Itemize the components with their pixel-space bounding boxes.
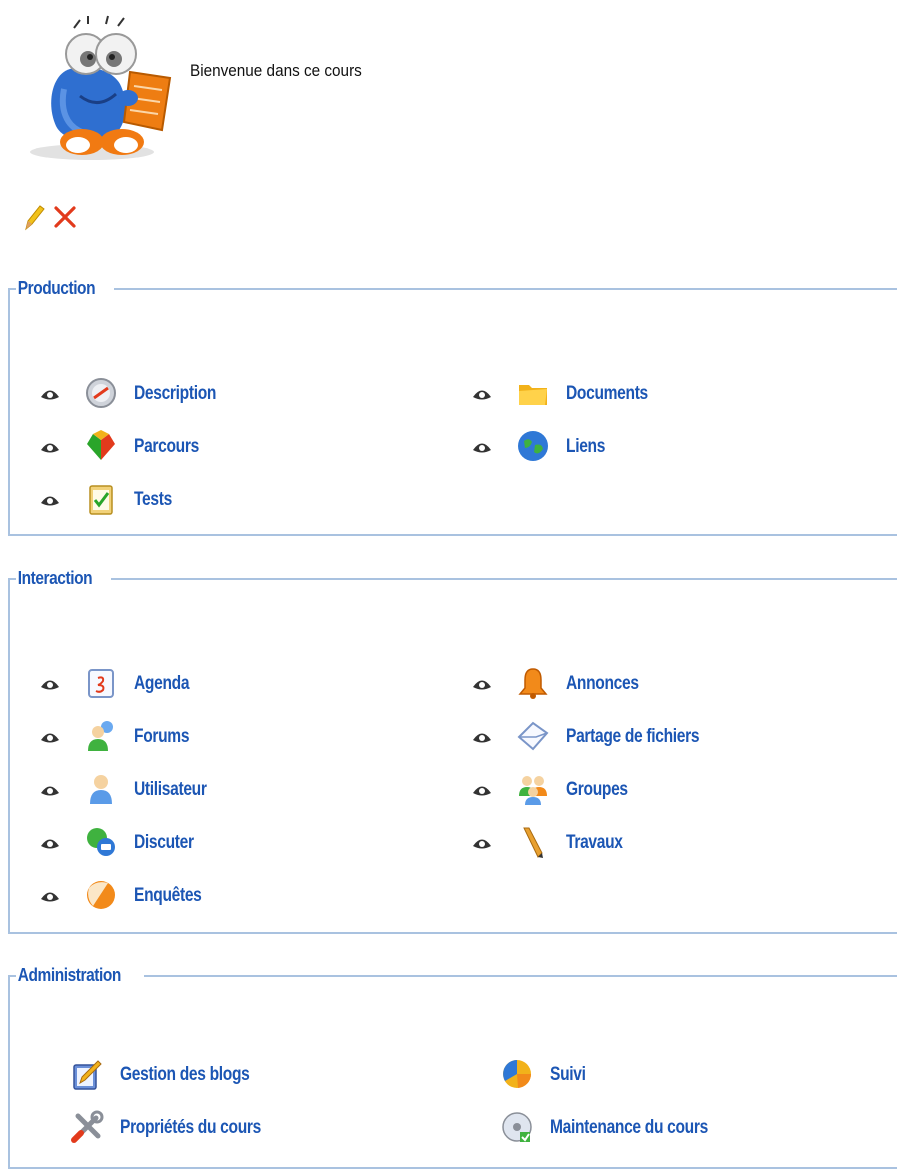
tool-label[interactable]: Parcours: [134, 436, 199, 458]
tool-proprietes-cours[interactable]: Propriétés du cours: [70, 1108, 450, 1148]
envelope-icon: [517, 721, 549, 751]
eye-icon[interactable]: [472, 438, 492, 455]
calendar-icon: [88, 669, 114, 698]
eye-icon[interactable]: [40, 675, 60, 692]
tool-label[interactable]: Liens: [566, 436, 605, 458]
tools-icon: [71, 1110, 104, 1143]
tool-discuter[interactable]: Discuter: [40, 823, 440, 863]
pen-icon: [523, 827, 543, 858]
tool-label[interactable]: Annonces: [566, 673, 639, 695]
bell-icon: [518, 668, 548, 699]
eye-icon[interactable]: [472, 728, 492, 745]
eye-icon[interactable]: [40, 834, 60, 851]
groups-icon: [519, 776, 547, 805]
eye-icon[interactable]: [40, 887, 60, 904]
tool-label[interactable]: Description: [134, 383, 216, 405]
section-title-production: Production: [17, 278, 96, 298]
forums-icon: [88, 721, 113, 751]
tool-forums[interactable]: Forums: [40, 717, 440, 757]
tool-documents[interactable]: Documents: [472, 374, 872, 414]
tool-label[interactable]: Utilisateur: [134, 779, 207, 801]
eye-icon[interactable]: [40, 491, 60, 508]
tool-label[interactable]: Enquêtes: [134, 885, 202, 907]
tool-label[interactable]: Tests: [134, 489, 172, 511]
tool-label[interactable]: Maintenance du cours: [550, 1117, 708, 1139]
tool-description[interactable]: Description: [40, 374, 440, 414]
eye-icon[interactable]: [40, 438, 60, 455]
maintenance-icon: [502, 1112, 532, 1142]
administration-section: Administration Gestion des blogs Suivi P…: [8, 965, 897, 1169]
tests-icon: [89, 485, 113, 515]
delete-x-icon[interactable]: [52, 204, 78, 230]
pie-chart-icon: [503, 1060, 532, 1088]
survey-icon: [87, 881, 115, 909]
tool-groupes[interactable]: Groupes: [472, 770, 872, 810]
tool-label[interactable]: Partage de fichiers: [566, 726, 700, 748]
tool-enquetes[interactable]: Enquêtes: [40, 876, 440, 916]
course-intro: Bienvenue dans ce cours: [0, 0, 897, 250]
tool-annonces[interactable]: Annonces: [472, 664, 872, 704]
tool-label[interactable]: Suivi: [550, 1064, 586, 1086]
eye-icon[interactable]: [472, 385, 492, 402]
description-icon: [86, 378, 116, 408]
pencil-icon[interactable]: [22, 203, 46, 231]
tool-label[interactable]: Groupes: [566, 779, 628, 801]
production-section: Production Description Documents Parcour…: [8, 278, 897, 536]
interaction-section: Interaction Agenda Annonces Forums Parta…: [8, 568, 897, 934]
tool-label[interactable]: Gestion des blogs: [120, 1064, 250, 1086]
tool-label[interactable]: Travaux: [566, 832, 623, 854]
eye-icon[interactable]: [40, 781, 60, 798]
tool-label[interactable]: Agenda: [134, 673, 190, 695]
tool-label[interactable]: Documents: [566, 383, 648, 405]
tool-utilisateur[interactable]: Utilisateur: [40, 770, 440, 810]
folder-icon: [519, 385, 547, 405]
blog-icon: [73, 1060, 102, 1090]
section-title-interaction: Interaction: [17, 568, 93, 588]
eye-icon[interactable]: [472, 781, 492, 798]
mascot-image: [30, 15, 172, 160]
tool-label[interactable]: Propriétés du cours: [120, 1117, 261, 1139]
tool-agenda[interactable]: Agenda: [40, 664, 440, 704]
tool-parcours[interactable]: Parcours: [40, 427, 440, 467]
parcours-icon: [87, 430, 115, 460]
eye-icon[interactable]: [472, 834, 492, 851]
eye-icon[interactable]: [472, 675, 492, 692]
tool-travaux[interactable]: Travaux: [472, 823, 872, 863]
tool-label[interactable]: Forums: [134, 726, 190, 748]
tool-partage-fichiers[interactable]: Partage de fichiers: [472, 717, 872, 757]
globe-icon: [518, 431, 548, 461]
tool-suivi[interactable]: Suivi: [500, 1055, 880, 1095]
tool-gestion-blogs[interactable]: Gestion des blogs: [70, 1055, 450, 1095]
tool-maintenance-cours[interactable]: Maintenance du cours: [500, 1108, 880, 1148]
tool-liens[interactable]: Liens: [472, 427, 872, 467]
user-icon: [90, 775, 112, 804]
section-title-administration: Administration: [17, 965, 122, 985]
welcome-text: Bienvenue dans ce cours: [190, 61, 362, 80]
chat-icon: [87, 828, 115, 856]
tool-tests[interactable]: Tests: [40, 480, 440, 520]
eye-icon[interactable]: [40, 728, 60, 745]
eye-icon[interactable]: [40, 385, 60, 402]
tool-label[interactable]: Discuter: [134, 832, 194, 854]
